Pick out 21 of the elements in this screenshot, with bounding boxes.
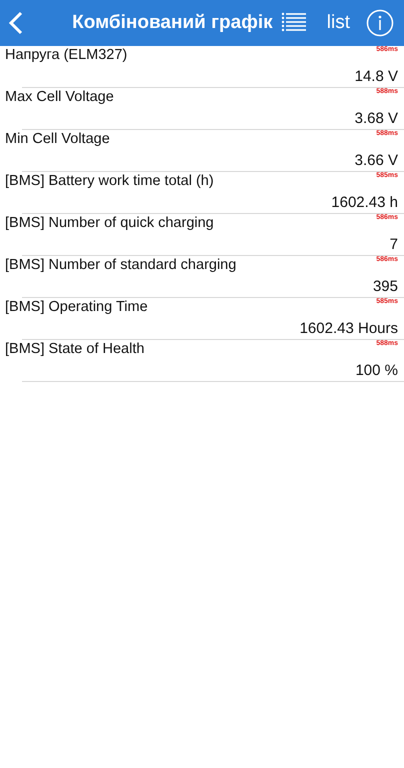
parameter-value: 3.68 V (354, 110, 398, 127)
back-button[interactable] (8, 11, 24, 35)
parameter-name: [BMS] Operating Time (5, 299, 148, 315)
parameter-name: Max Cell Voltage (5, 89, 114, 105)
parameter-name: Напруга (ELM327) (5, 47, 128, 63)
parameter-name: [BMS] Number of quick charging (5, 215, 214, 231)
parameter-value: 1602.43 h (331, 194, 398, 211)
parameter-name: [BMS] Number of standard charging (5, 257, 236, 273)
info-icon[interactable] (366, 9, 394, 37)
parameter-name: [BMS] State of Health (5, 341, 144, 357)
parameter-name: [BMS] Battery work time total (h) (5, 173, 214, 189)
parameter-value: 7 (390, 236, 398, 253)
parameter-value: 1602.43 Hours (300, 320, 398, 337)
screen-title: Комбінований графік (71, 12, 274, 34)
parameter-value: 395 (372, 278, 398, 295)
list-link[interactable]: list (326, 12, 350, 34)
parameter-value: 3.66 V (354, 152, 398, 169)
parameter-value: 14.8 V (354, 68, 398, 85)
list-icon[interactable] (280, 12, 307, 34)
parameter-name: Min Cell Voltage (5, 131, 110, 147)
parameter-value: 100 % (355, 362, 398, 379)
